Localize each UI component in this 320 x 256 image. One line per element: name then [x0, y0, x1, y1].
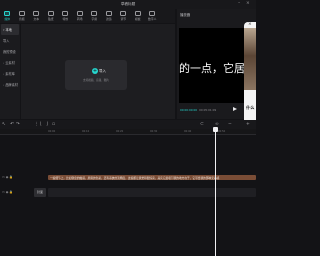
avatar-icon: [149, 10, 156, 16]
player-title: 播放器: [180, 13, 191, 17]
subtitle-clip-text: 一些细节上，比如键盘的触感，屏幕的色彩，还有系统的流畅度，这些都让我觉得很惊喜，…: [50, 175, 220, 180]
ruler-tick: 00:50: [218, 130, 226, 133]
subtitle-clip[interactable]: 一些细节上，比如键盘的触感，屏幕的色彩，还有系统的流畅度，这些都让我觉得很惊喜，…: [48, 175, 256, 180]
link-icon[interactable]: ∞: [215, 122, 219, 127]
player-timecode: 00:00:00:00 00:05:01:09: [180, 108, 216, 112]
nav-item-import[interactable]: 导入: [0, 35, 20, 46]
split-icon[interactable]: ⋮: [34, 122, 39, 127]
nav-item-library[interactable]: › 素材库: [0, 68, 20, 79]
video-track-controls[interactable]: ▭ ◉ 🔒: [2, 190, 13, 194]
preview-caption: 的一点，它居然: [179, 62, 253, 75]
tool-text[interactable]: 文本: [29, 9, 44, 23]
tool-adjust[interactable]: 调节: [116, 9, 131, 23]
timeline-tracks: ▭ ◉ 🔒 ▭ ◉ 🔒 一些细节上，比如键盘的触感，屏幕的色彩，还有系统的流畅度…: [0, 135, 256, 256]
nav-item-presets[interactable]: 我的预设: [0, 46, 20, 57]
media-panel: + 导入 支持视频、音频、图片: [21, 24, 175, 119]
nav-item-local[interactable]: ▾ 本地: [1, 24, 19, 35]
close-icon[interactable]: ×: [248, 22, 252, 27]
cover-button[interactable]: 封面: [34, 188, 46, 197]
window-title: 草稿标题: [120, 2, 136, 6]
magnet-icon[interactable]: ⊂: [200, 122, 204, 127]
tool-sticker[interactable]: 贴纸: [44, 9, 59, 23]
transition-icon: [76, 10, 83, 16]
tool-filter[interactable]: 滤镜: [102, 9, 117, 23]
split-left-icon[interactable]: ⌊: [40, 122, 42, 127]
ruler-tick: 00:40: [184, 130, 192, 133]
zoom-in-icon[interactable]: +: [246, 122, 250, 127]
video-preview[interactable]: 的一点，它居然: [179, 28, 253, 103]
adjust-icon: [120, 10, 127, 16]
import-label: 导入: [99, 68, 106, 73]
playhead-handle[interactable]: [213, 127, 218, 132]
popup-title: 什么: [246, 105, 255, 110]
tool-avatar[interactable]: 数字人: [145, 9, 160, 23]
filter-icon: [105, 10, 112, 16]
template-icon: [134, 10, 141, 16]
zoom-out-icon[interactable]: −: [228, 122, 232, 127]
tool-transition[interactable]: 转场: [73, 9, 88, 23]
tool-audio[interactable]: 音频: [15, 9, 30, 23]
chevron-down-icon: ▾: [3, 27, 5, 32]
nav-item-brand[interactable]: › 品牌素材: [0, 79, 20, 90]
tool-subtitle[interactable]: 字幕: [87, 9, 102, 23]
ruler-tick: 00:20: [116, 130, 124, 133]
audio-icon: [18, 10, 25, 16]
delete-icon[interactable]: ▫: [52, 122, 55, 127]
media-icon: [4, 10, 11, 16]
nav-item-cloud[interactable]: › 云素材: [0, 57, 20, 68]
current-time: 00:00:00:00: [180, 108, 198, 112]
text-icon: [33, 10, 40, 16]
play-icon[interactable]: [233, 107, 237, 111]
plus-icon: +: [92, 68, 98, 74]
popup-image: [244, 28, 256, 90]
total-time: 00:05:01:09: [199, 108, 217, 112]
import-hint: 支持视频、音频、图片: [83, 79, 109, 82]
close-icon[interactable]: ×: [246, 1, 250, 6]
ruler-tick: 00:10: [82, 130, 90, 133]
tool-media[interactable]: 媒体: [0, 9, 15, 23]
tool-template[interactable]: 模板: [131, 9, 146, 23]
ruler-tick: 00:30: [150, 130, 158, 133]
redo-icon[interactable]: ↷: [16, 122, 20, 127]
select-icon[interactable]: ↖: [2, 122, 6, 127]
chevron-right-icon: ›: [3, 71, 5, 76]
subtitle-track-controls[interactable]: ▭ ◉ 🔒: [2, 175, 13, 179]
media-toolbar: 媒体 音频 文本 贴纸 特效 转场 字幕 滤镜 调节 模板 数字人: [0, 9, 175, 23]
split-right-icon[interactable]: ⌋: [46, 122, 48, 127]
tool-effects[interactable]: 特效: [58, 9, 73, 23]
playhead[interactable]: [213, 127, 218, 256]
effects-icon: [62, 10, 69, 16]
title-bar: 草稿标题 – ×: [0, 0, 256, 9]
sticker-icon: [47, 10, 54, 16]
ruler-tick: 00:00: [48, 130, 56, 133]
minimize-icon[interactable]: –: [238, 1, 240, 6]
chevron-right-icon: ›: [3, 82, 5, 87]
video-track[interactable]: [48, 188, 256, 197]
subtitle-icon: [91, 10, 98, 16]
media-source-nav: ▾ 本地 导入 我的预设 › 云素材 › 素材库 › 品牌素材: [0, 24, 20, 119]
import-button[interactable]: + 导入 支持视频、音频、图片: [65, 60, 127, 90]
chevron-right-icon: ›: [3, 60, 5, 65]
undo-icon[interactable]: ↶: [10, 122, 14, 127]
